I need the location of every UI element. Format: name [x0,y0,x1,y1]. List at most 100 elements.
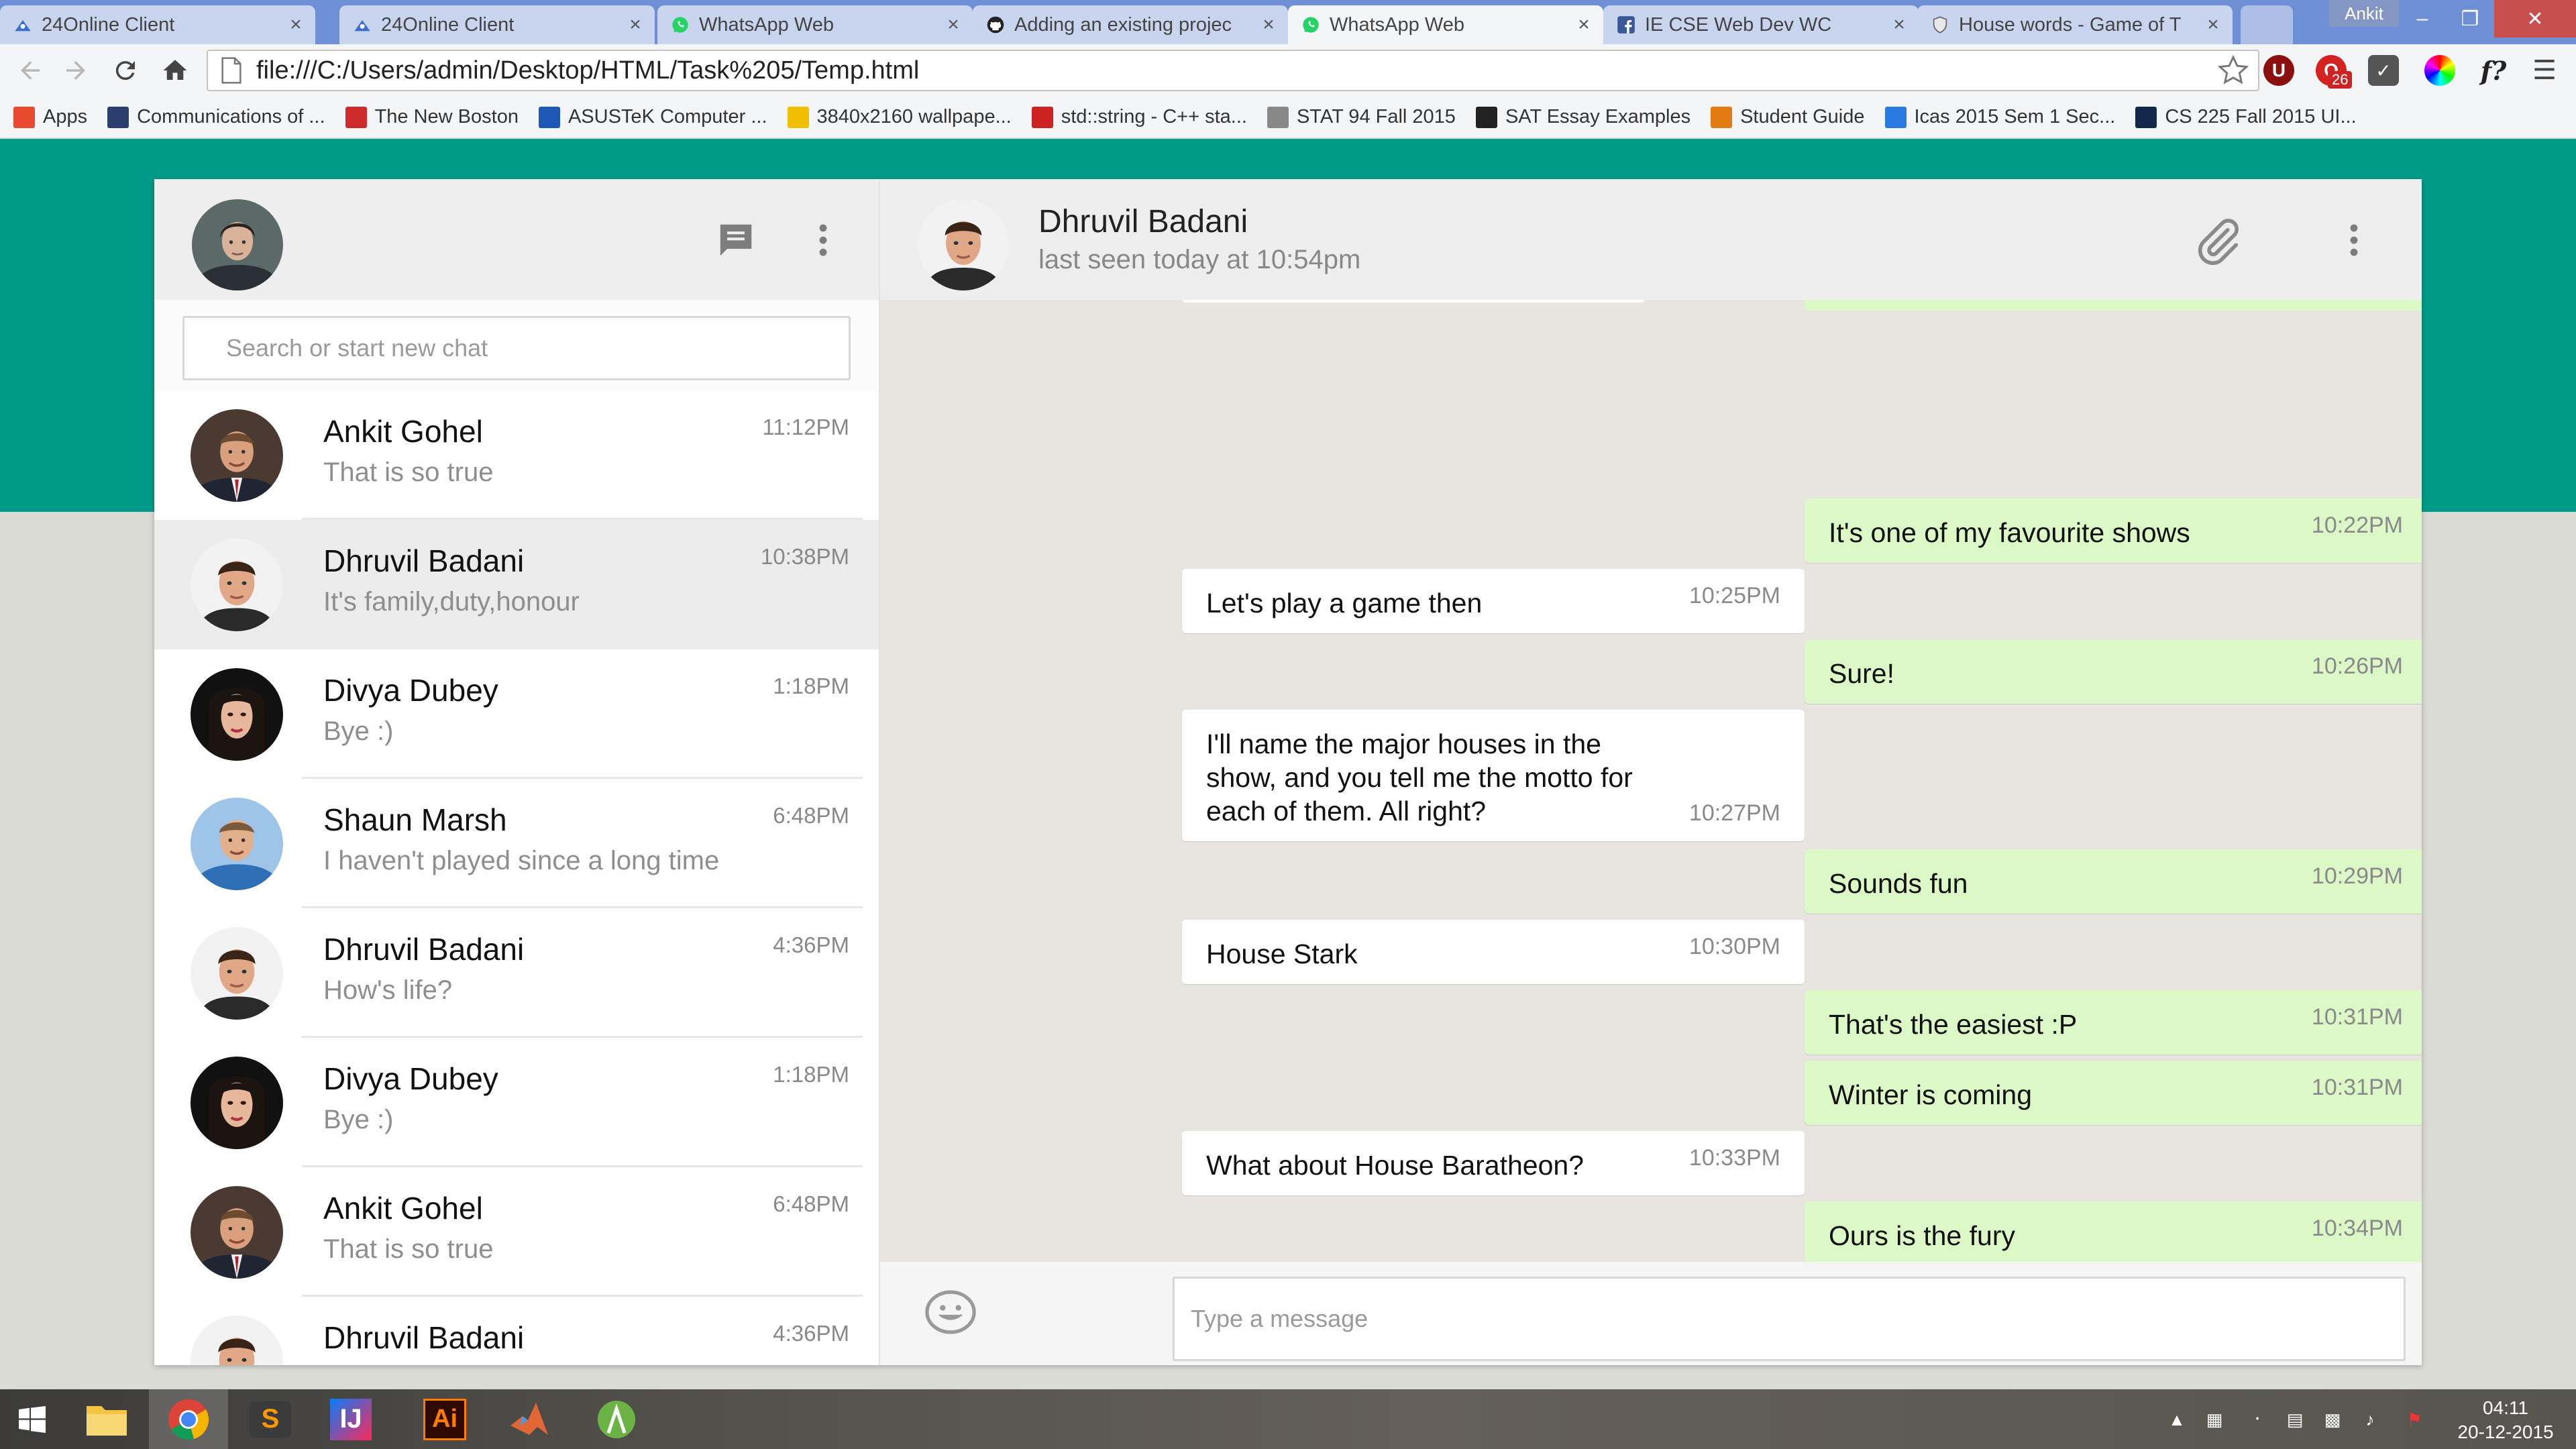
chat-avatar [191,1186,283,1279]
home-button[interactable] [157,52,193,89]
message-time: 10:30PM [1688,934,1780,959]
address-bar[interactable]: file:///C:/Users/admin/Desktop/HTML/Task… [207,50,2259,91]
display-icon[interactable]: ▩ [2317,1404,2348,1435]
browser-tab[interactable]: WhatsApp Web × [657,5,973,44]
bookmark-favicon [1711,106,1733,128]
browser-tab[interactable]: 24Online Client × [0,5,315,44]
incoming-message[interactable]: What about House Baratheon? 10:33PM [1182,1131,1805,1195]
bookmark-favicon [538,106,560,128]
chat-list-item[interactable]: Divya Dubey Bye :) 1:18PM [154,649,879,779]
chat-list-item[interactable]: Dhruvil Badani How's life? 4:36PM [154,908,879,1038]
outgoing-message[interactable]: Winter is coming 10:31PM [1805,1061,2422,1125]
menu-icon[interactable]: ☰ [2529,55,2560,86]
close-tab-icon[interactable]: × [1574,13,1594,36]
my-profile-avatar[interactable] [192,199,283,290]
bookmark-item[interactable]: 3840x2160 wallpape... [787,106,1012,128]
show-hidden-icons-button[interactable]: ▲ [2161,1404,2192,1435]
chat-avatar [191,668,283,761]
outgoing-message[interactable]: Sure! 10:26PM [1805,639,2422,704]
bookmark-favicon [1267,106,1289,128]
close-window-button[interactable]: ✕ [2494,0,2576,38]
bookmark-star-icon[interactable] [2216,54,2250,87]
reload-button[interactable] [107,52,144,89]
bookmark-item[interactable]: Communications of ... [107,106,325,128]
more-vertical-icon [2350,224,2358,256]
new-tab-button[interactable] [2241,5,2293,44]
close-tab-icon[interactable]: × [1258,13,1279,36]
chrome-button[interactable] [149,1389,228,1449]
network-icon[interactable]: ▤ [2279,1404,2310,1435]
intellij-button[interactable]: IJ [311,1389,390,1449]
bookmark-item[interactable]: std::string - C++ sta... [1031,106,1247,128]
chat-list-item[interactable]: Dhruvil Badani 4:36PM [154,1297,879,1365]
bookmark-item[interactable]: The New Boston [345,106,519,128]
message-time: 10:31PM [2311,1004,2403,1030]
chat-name: Divya Dubey [323,1061,498,1096]
file-explorer-button[interactable] [67,1389,146,1449]
forward-button[interactable] [58,52,94,89]
page-icon [221,57,241,84]
bookmark-item[interactable]: Student Guide [1711,106,1865,128]
action-center-flag-icon[interactable]: ⚑ [2399,1404,2430,1435]
chat-list-item[interactable]: Ankit Gohel That is so true 6:48PM [154,1167,879,1297]
browser-tab[interactable]: Adding an existing projec × [973,5,1288,44]
close-tab-icon[interactable]: × [943,13,963,36]
conversation-menu-button[interactable] [2330,217,2377,264]
contact-name[interactable]: Dhruvil Badani [1038,203,1248,240]
contact-avatar[interactable] [918,199,1009,290]
sidebar-menu-button[interactable] [800,217,847,264]
minimize-button[interactable]: – [2399,0,2446,38]
incoming-message[interactable]: I'll name the major houses in the show, … [1182,710,1805,841]
incoming-message[interactable]: House Stark 10:30PM [1182,920,1805,984]
bookmark-item[interactable]: STAT 94 Fall 2015 [1267,106,1456,128]
bluetooth-icon[interactable]: ᛫ [2242,1404,2273,1435]
volume-icon[interactable]: ♪ [2355,1404,2385,1435]
start-button[interactable] [0,1389,64,1449]
close-tab-icon[interactable]: × [1889,13,1909,36]
outgoing-message[interactable]: It's one of my favourite shows 10:22PM [1805,498,2422,563]
attach-button[interactable] [2187,213,2247,273]
profile-badge[interactable]: Ankit [2329,0,2399,27]
browser-tab[interactable]: IE CSE Web Dev WC × [1603,5,1919,44]
smiley-icon[interactable] [924,1289,977,1336]
pocket-extension-icon[interactable]: ✓ [2368,55,2399,86]
browser-tab[interactable]: House words - Game of T × [1917,5,2233,44]
message-input[interactable] [1173,1277,2406,1361]
windows-small-icon[interactable]: ▦ [2199,1404,2230,1435]
restore-button[interactable]: ❐ [2446,0,2494,38]
bookmark-favicon [107,106,129,128]
browser-tab[interactable]: WhatsApp Web × [1288,5,1603,44]
browser-tab[interactable]: 24Online Client × [339,5,655,44]
incoming-message[interactable]: Let's play a game then 10:25PM [1182,569,1805,633]
bookmark-favicon [345,106,367,128]
outgoing-message[interactable]: Ours is the fury 10:34PM [1805,1201,2422,1262]
chat-list-item[interactable]: Dhruvil Badani It's family,duty,honour 10:… [154,520,879,649]
bookmark-item[interactable]: CS 225 Fall 2015 UI... [2135,106,2357,128]
outgoing-message[interactable]: That's the easiest :P 10:31PM [1805,990,2422,1055]
bookmark-item[interactable]: ASUSTeK Computer ... [538,106,767,128]
color-picker-extension-icon[interactable] [2424,55,2455,86]
chat-list-item[interactable]: Shaun Marsh I haven't played since a long… [154,779,879,908]
system-clock[interactable]: 04:11 20-12-2015 [2449,1396,2563,1444]
bookmark-item[interactable]: Icas 2015 Sem 1 Sec... [1884,106,2115,128]
android-studio-button[interactable] [577,1389,656,1449]
message-time: 10:31PM [2311,1075,2403,1100]
close-tab-icon[interactable]: × [2203,13,2223,36]
bookmark-item[interactable]: Apps [13,106,87,128]
matlab-button[interactable] [490,1389,569,1449]
sublime-text-button[interactable]: S [231,1389,310,1449]
new-chat-button[interactable] [712,217,759,264]
chat-last-message: Bye :) [323,1105,394,1134]
search-input[interactable] [182,316,851,380]
outgoing-message[interactable]: Sounds fun 10:29PM [1805,849,2422,914]
illustrator-button[interactable]: Ai [405,1389,484,1449]
ublock-extension-icon[interactable]: U [2263,55,2294,86]
close-tab-icon[interactable]: × [286,13,306,36]
back-button[interactable] [12,52,48,89]
bookmark-label: The New Boston [374,106,519,127]
chat-list-item[interactable]: Divya Dubey Bye :) 1:18PM [154,1038,879,1167]
chat-list-item[interactable]: Ankit Gohel That is so true 11:12PM [154,390,879,520]
formula-extension-icon[interactable]: f? [2478,55,2509,86]
bookmark-item[interactable]: SAT Essay Examples [1475,106,1690,128]
close-tab-icon[interactable]: × [625,13,645,36]
